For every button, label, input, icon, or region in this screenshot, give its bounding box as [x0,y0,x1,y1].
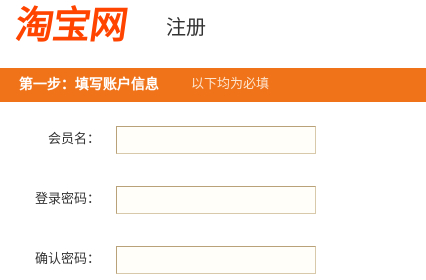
page-title: 注册 [166,15,206,39]
confirm-password-input[interactable] [116,246,316,274]
username-input[interactable] [116,126,316,154]
password-label: 登录密码： [34,192,100,207]
taobao-logo[interactable]: 淘宝网 [13,2,130,48]
step-hint: 以下均为必填 [191,77,270,92]
confirm-password-row: 确认密码： [0,246,426,278]
username-row: 会员名： [0,126,426,158]
username-label: 会员名： [47,132,100,147]
confirm-password-label: 确认密码： [34,252,100,267]
password-input[interactable] [116,186,316,214]
step-bar: 第一步：填写账户信息 以下均为必填 [0,68,426,102]
page-header: 淘宝网 注册 [0,0,426,62]
step-title: 第一步：填写账户信息 [19,77,159,93]
password-row: 登录密码： [0,186,426,218]
